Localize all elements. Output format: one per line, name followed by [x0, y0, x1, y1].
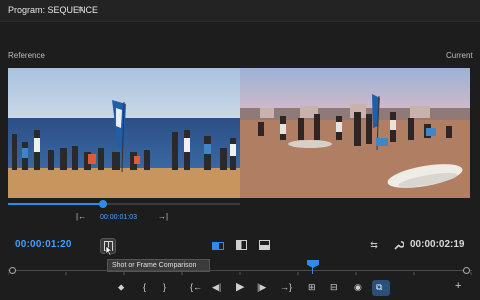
current-label: Current: [446, 51, 473, 60]
wrench-icon[interactable]: [392, 239, 404, 251]
vertical-split-icon[interactable]: [235, 240, 247, 250]
comparison-view-icon[interactable]: ⧉: [376, 282, 382, 293]
horizontal-split-icon[interactable]: [258, 240, 270, 250]
step-back-to-in-icon[interactable]: |←: [76, 212, 86, 221]
header-divider: [0, 21, 480, 22]
step-forward-to-out-icon[interactable]: →|: [158, 212, 168, 221]
play-icon[interactable]: ▶: [236, 280, 244, 293]
reference-scrubber[interactable]: [8, 203, 240, 205]
mark-in-icon[interactable]: {: [143, 282, 146, 292]
reference-playhead[interactable]: [99, 200, 107, 208]
current-view[interactable]: [240, 68, 470, 198]
overwrite-icon[interactable]: ⊟: [330, 282, 338, 293]
timeline-ticks: [8, 272, 472, 275]
step-back-icon[interactable]: ◀|: [212, 282, 221, 293]
mark-out-icon[interactable]: }: [163, 282, 166, 292]
reference-scrubber-fill: [8, 203, 104, 205]
go-to-out-icon[interactable]: →}: [280, 282, 292, 292]
reference-label: Reference: [8, 51, 45, 60]
hamburger-icon[interactable]: ≡: [78, 4, 83, 14]
add-button-icon[interactable]: +: [455, 280, 461, 292]
add-marker-icon[interactable]: ⬥: [118, 282, 124, 293]
insert-icon[interactable]: ⊞: [308, 282, 316, 293]
step-forward-icon[interactable]: |▶: [257, 282, 266, 293]
go-to-in-icon[interactable]: {←: [190, 282, 202, 292]
panel-title: Program: SEQUENCE: [8, 5, 99, 15]
reference-timecode[interactable]: 00:00:01:03: [100, 214, 137, 221]
export-frame-icon[interactable]: ◉: [354, 282, 362, 293]
reference-view[interactable]: [8, 68, 240, 198]
swap-icon[interactable]: ⇆: [368, 240, 380, 250]
duration-timecode: 00:00:02:19: [410, 239, 465, 250]
timeline-playhead[interactable]: [307, 260, 319, 268]
panel-header: Program: SEQUENCE ≡: [0, 0, 480, 22]
mouse-cursor-icon: [105, 246, 113, 256]
side-by-side-icon[interactable]: [212, 241, 224, 251]
playhead-timecode[interactable]: 00:00:01:20: [15, 239, 72, 250]
main-timeline[interactable]: [8, 270, 472, 271]
